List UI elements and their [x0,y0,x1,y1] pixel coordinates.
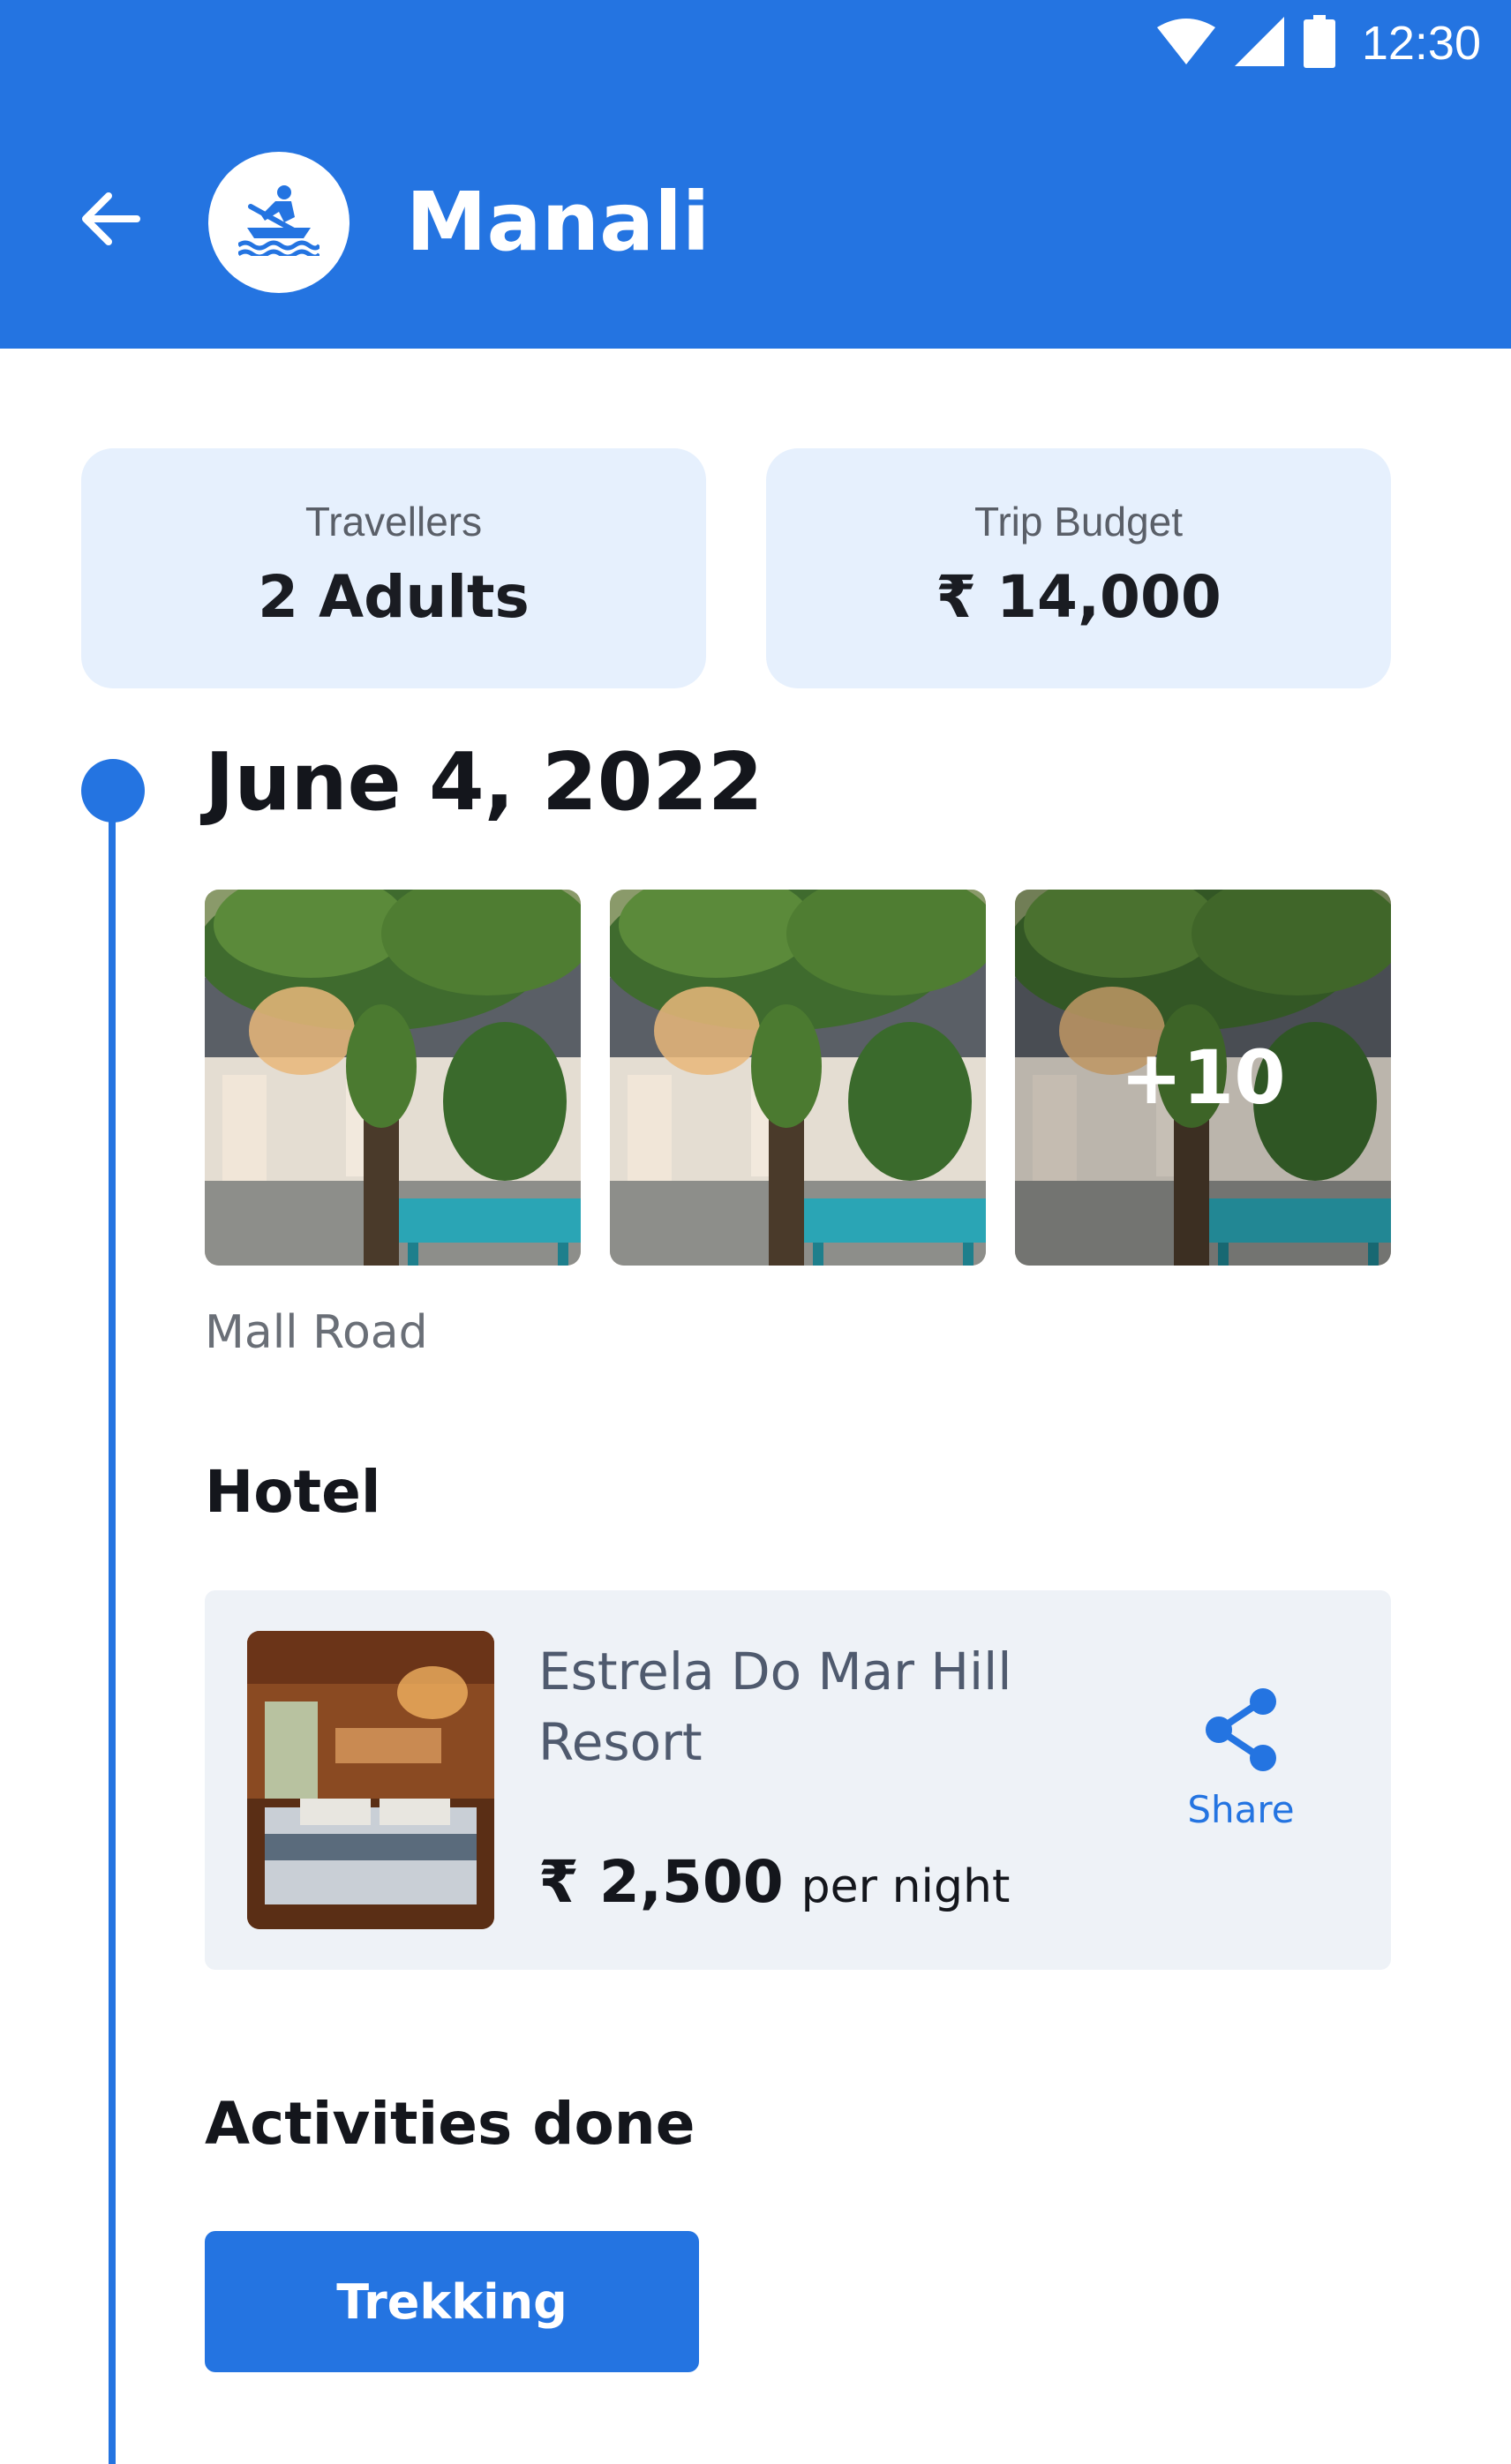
timeline-dot [81,759,145,823]
back-button[interactable] [74,185,145,256]
place-photo[interactable] [610,890,986,1266]
hotel-price: ₹ 2,500 per night [538,1848,1010,1916]
budget-card: Trip Budget ₹ 14,000 [766,448,1391,688]
timeline-line [109,790,116,2464]
hotel-name: Estrela Do Mar Hill Resort [538,1641,1012,1772]
share-label: Share [1187,1788,1295,1831]
travellers-value: 2 Adults [258,563,530,631]
destination-logo [208,152,350,293]
activities-section-title: Activities done [205,2090,695,2158]
place-photo[interactable] [205,890,581,1266]
hotel-card[interactable]: Estrela Do Mar Hill Resort ₹ 2,500 per n… [205,1590,1391,1970]
status-time: 12:30 [1361,17,1481,70]
budget-value: ₹ 14,000 [936,563,1222,631]
signal-icon [1234,17,1284,70]
wifi-icon [1156,19,1215,68]
page-title: Manali [406,175,710,269]
status-bar: 12:30 [1156,12,1481,74]
budget-label: Trip Budget [974,499,1184,545]
share-button[interactable]: Share [1161,1687,1320,1864]
rowing-boat-icon [237,185,322,259]
more-photos[interactable]: +10 [1015,890,1391,1266]
hotel-photo [247,1631,494,1929]
app-bar: 12:30 Manali [0,0,1511,349]
travellers-card: Travellers 2 Adults [81,448,706,688]
travellers-label: Travellers [304,499,483,545]
place-name: Mall Road [205,1306,428,1359]
battery-icon [1303,15,1335,71]
hotel-price-amount: ₹ 2,500 [538,1848,784,1916]
activity-chip-trekking[interactable]: Trekking [205,2231,699,2372]
share-icon [1201,1688,1281,1776]
hotel-price-unit: per night [801,1860,1011,1913]
hotel-section-title: Hotel [205,1458,381,1526]
day-date: June 4, 2022 [205,736,763,829]
more-photos-count: +10 [1015,890,1391,1266]
arrow-back-icon [79,191,140,251]
